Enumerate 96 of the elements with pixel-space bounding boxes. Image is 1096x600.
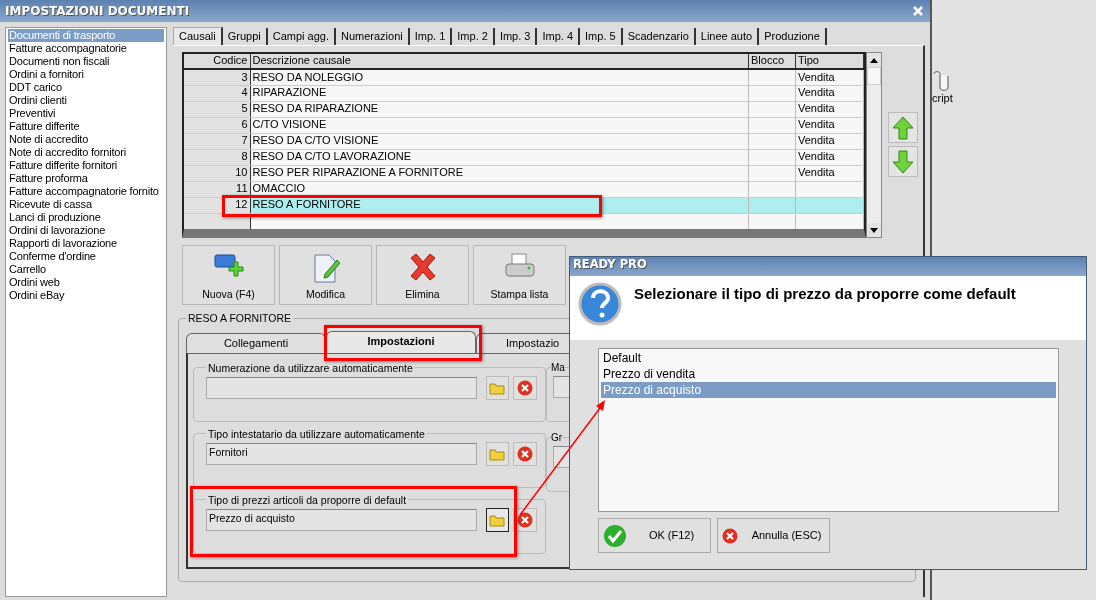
sidebar-item[interactable]: Rapporti di lavorazione [8, 237, 164, 250]
scroll-thumb[interactable] [867, 67, 881, 85]
scroll-down-icon [870, 227, 878, 233]
group-label: Tipo di prezzi articoli da proporre di default [207, 493, 408, 507]
table-row[interactable]: 10 RESO PER RIPARAZIONE A FORNITORE Vendita [184, 165, 864, 181]
table-row[interactable]: 4 RIPARAZIONE Vendita [184, 85, 864, 101]
document-pencil-icon [311, 252, 340, 284]
folder-icon [489, 447, 506, 462]
sidebar-item[interactable]: Ordini clienti [8, 94, 164, 107]
table-cell: Vendita [795, 133, 864, 149]
sidebar-item[interactable]: Lanci di produzione [8, 211, 164, 224]
print-button[interactable]: Stampa lista [473, 245, 566, 305]
ok-button[interactable]: OK (F12) [598, 518, 711, 553]
new-button[interactable]: Nuova (F4) [182, 245, 275, 305]
sidebar-item[interactable]: Fatture accompagnatorie fornito [8, 185, 164, 198]
sidebar-item[interactable]: Preventivi [8, 107, 164, 120]
sidebar-item[interactable]: Fatture differite [8, 120, 164, 133]
arrow-down-icon [892, 149, 914, 174]
sidebar-item[interactable]: Documenti non fiscali [8, 55, 164, 68]
move-down-button[interactable] [888, 146, 918, 177]
table-row[interactable]: 11 OMACCIO [184, 181, 864, 197]
clear-icon [517, 446, 534, 463]
table-cell: Vendita [795, 85, 864, 101]
table-row[interactable]: 8 RESO DA C/TO LAVORAZIONE Vendita [184, 149, 864, 165]
input-field[interactable] [206, 377, 477, 400]
arrow-up-icon [892, 115, 914, 140]
sidebar-item[interactable]: Ordini web [8, 276, 164, 289]
table-row[interactable]: 12 RESO A FORNITORE [184, 197, 864, 213]
icon-label[interactable]: cript [932, 92, 953, 106]
check-icon [603, 523, 627, 548]
table-cell: RESO DA C/TO VISIONE [250, 133, 749, 149]
browse-button[interactable] [485, 508, 510, 533]
table-cell: Vendita [795, 69, 864, 85]
table-cell: Vendita [795, 165, 864, 181]
folder-icon [489, 513, 506, 528]
window-title: IMPOSTAZIONI DOCUMENTI [5, 3, 190, 19]
group-label: Gr [551, 431, 563, 444]
table-row[interactable]: 7 RESO DA C/TO VISIONE Vendita [184, 133, 864, 149]
sidebar-item[interactable]: Conferme d'ordine [8, 250, 164, 263]
cancel-button[interactable]: Annulla (ESC) [717, 518, 830, 553]
scroll-icon [932, 70, 950, 92]
input-field[interactable]: Fornitori [206, 443, 477, 466]
dialog-message: Selezionare il tipo di prezzo da proporre come default [634, 284, 1016, 304]
sidebar-item[interactable]: Fatture accompagnatorie [8, 42, 164, 55]
sidebar-item[interactable]: DDT carico [8, 81, 164, 94]
table-cell: Vendita [795, 101, 864, 117]
sidebar-item[interactable]: Note di accredito [8, 133, 164, 146]
scroll-up-icon [870, 57, 878, 63]
table-cell: RESO PER RIPARAZIONE A FORNITORE [250, 165, 749, 181]
group-label: Ma [551, 361, 565, 374]
close-icon [912, 5, 924, 17]
tab[interactable]: Causali [173, 27, 223, 45]
table-row[interactable]: 6 C/TO VISIONE Vendita [184, 117, 864, 133]
column-header: Codice [184, 54, 250, 69]
column-header: Blocco [748, 54, 796, 69]
delete-button[interactable]: Elimina [376, 245, 469, 305]
sidebar-item[interactable]: Ordini eBay [8, 289, 164, 302]
list-item[interactable]: Default [601, 350, 1056, 366]
input-field[interactable]: Prezzo di acquisto [206, 509, 477, 532]
table-cell: RESO DA C/TO LAVORAZIONE [250, 149, 749, 165]
clear-button[interactable] [513, 376, 537, 401]
table-cell: C/TO VISIONE [250, 117, 749, 133]
dialog-title: READY PRO [570, 257, 1086, 276]
column-header: Descrizione causale [250, 54, 749, 69]
sidebar-item[interactable]: Ricevute di cassa [8, 198, 164, 211]
sidebar-item[interactable]: Fatture differite fornitori [8, 159, 164, 172]
sidebar-item[interactable]: Ordini di lavorazione [8, 224, 164, 237]
scrollbar[interactable] [866, 52, 882, 238]
group-label: Tipo intestatario da utilizzare automaticamente [207, 427, 426, 441]
cancel-icon [722, 527, 738, 544]
tab[interactable]: Impostazioni [326, 330, 476, 353]
clear-icon [517, 380, 534, 397]
clear-button[interactable] [513, 442, 537, 467]
column-header: Tipo [795, 54, 864, 69]
table-row[interactable]: 3 RESO DA NOLEGGIO Vendita [184, 69, 864, 85]
panel-title: RESO A FORNITORE [187, 312, 293, 325]
sidebar-item[interactable]: Ordini a fornitori [8, 68, 164, 81]
table-cell: Vendita [795, 117, 864, 133]
table-cell: RIPARAZIONE [250, 85, 749, 101]
sidebar-item[interactable]: Note di accredito fornitori [8, 146, 164, 159]
list-item[interactable]: Prezzo di vendita [601, 366, 1056, 382]
question-icon [578, 282, 622, 326]
table-cell: Vendita [795, 149, 864, 165]
table-cell: RESO DA RIPARAZIONE [250, 101, 749, 117]
move-up-button[interactable] [888, 112, 918, 143]
edit-button[interactable]: Modifica [279, 245, 372, 305]
tab[interactable]: Collegamenti [186, 332, 326, 353]
group-label: Numerazione da utilizzare automaticamente [207, 361, 414, 375]
folder-icon [489, 381, 506, 396]
clear-icon [517, 512, 534, 529]
sidebar-item[interactable]: Carrello [8, 263, 164, 276]
table-row[interactable]: 5 RESO DA RIPARAZIONE Vendita [184, 101, 864, 117]
table-cell: RESO DA NOLEGGIO [250, 69, 749, 85]
monitor-plus-icon [213, 252, 244, 278]
sidebar-item[interactable]: Fatture proforma [8, 172, 164, 185]
table-cell: OMACCIO [250, 181, 749, 197]
